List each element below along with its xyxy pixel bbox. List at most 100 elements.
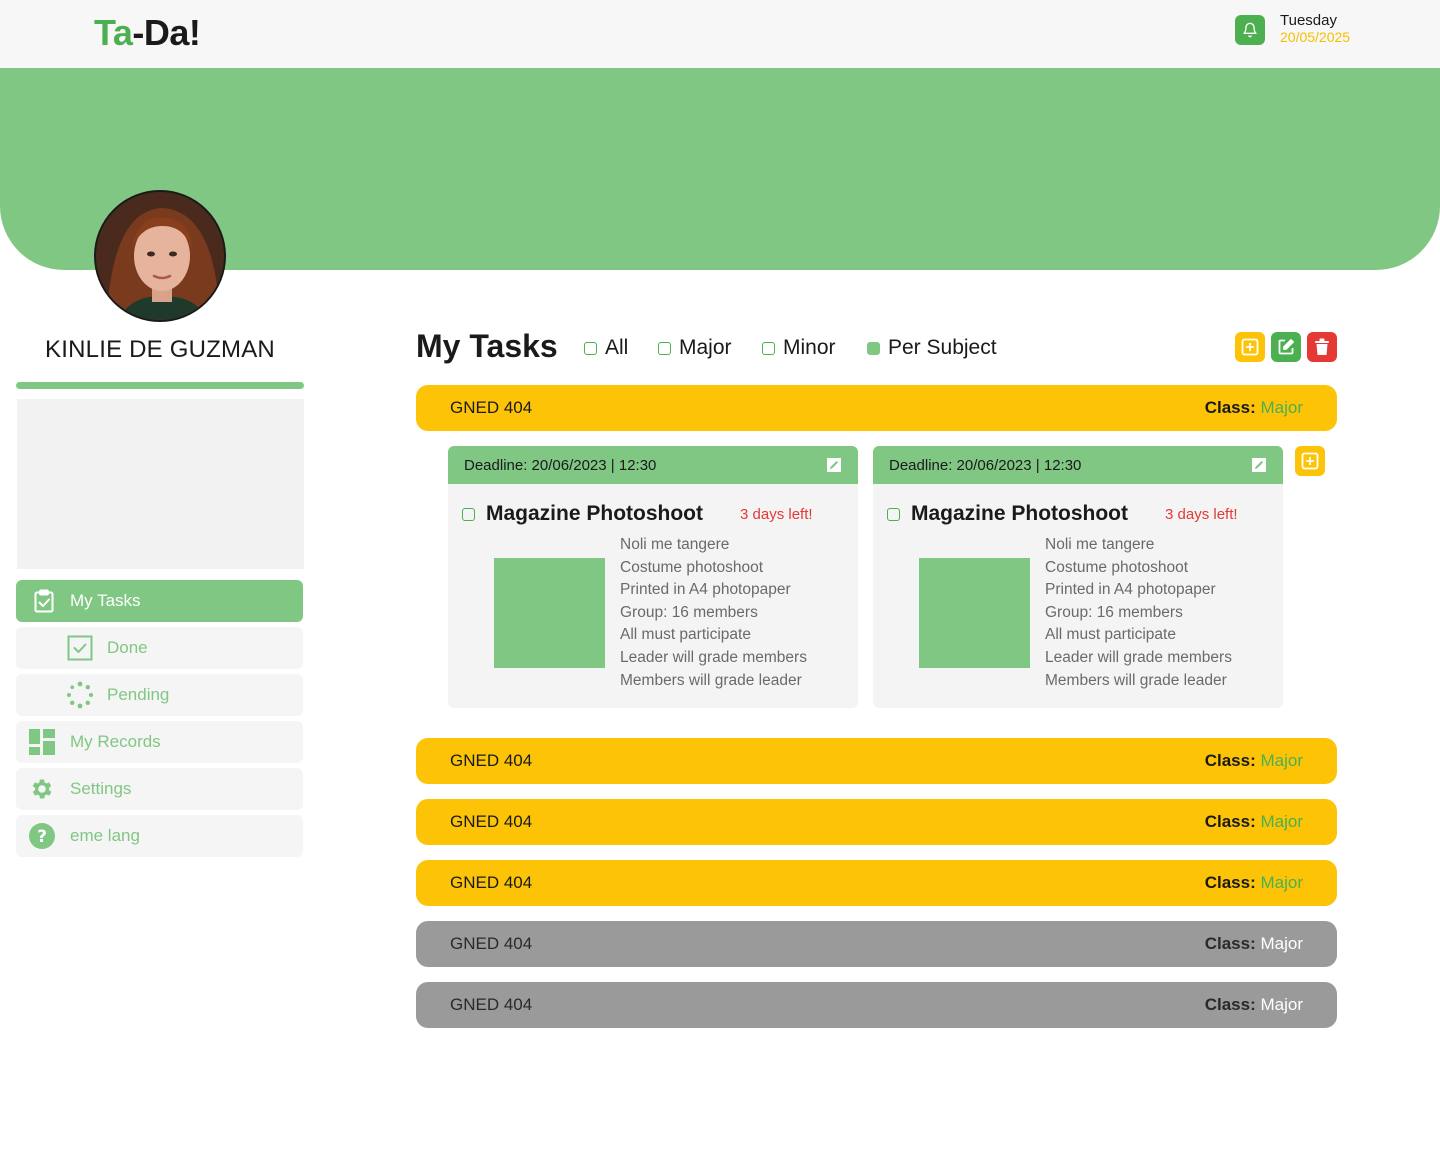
add-task-button[interactable] — [1295, 446, 1325, 476]
avatar[interactable] — [94, 190, 226, 322]
filter-checkbox[interactable] — [584, 341, 597, 355]
card-deadline: Deadline: 20/06/2023 | 12:30 — [889, 456, 1082, 474]
class-label: Class: — [1204, 812, 1256, 831]
sidebar-item-label: eme lang — [70, 826, 140, 845]
task-due: 3 days left! — [1165, 506, 1238, 523]
class-value: Major — [1260, 812, 1303, 831]
subject-class: Class: Major — [1205, 995, 1303, 1015]
subject-code: GNED 404 — [450, 751, 533, 770]
task-checkbox[interactable] — [462, 508, 475, 521]
class-value: Major — [1260, 751, 1303, 770]
task-detail-line: Noli me tangere — [1045, 536, 1155, 553]
task-checkbox[interactable] — [887, 508, 900, 521]
logo-part-1: Ta — [94, 12, 133, 53]
filter-label: Minor — [783, 336, 836, 359]
filter-label: Per Subject — [888, 336, 997, 359]
class-label: Class: — [1204, 751, 1256, 770]
task-detail-line: Members will grade leader — [1045, 671, 1227, 689]
filter-per-subject[interactable]: Per Subject — [867, 336, 997, 360]
sidebar-item-pending[interactable]: Pending — [16, 674, 303, 716]
task-detail-line: Group: 16 members — [620, 603, 758, 621]
filter-checkbox[interactable] — [658, 341, 671, 355]
subject-code: GNED 404 — [450, 934, 533, 953]
logo-part-2: -Da! — [132, 12, 201, 53]
class-value: Major — [1260, 398, 1303, 417]
filter-all[interactable]: All — [584, 336, 628, 360]
sidebar-item-done[interactable]: Done — [16, 627, 303, 669]
task-card[interactable]: Deadline: 20/06/2023 | 12:30 Magazine Ph… — [448, 446, 858, 708]
dashboard-icon — [28, 728, 56, 756]
card-header: Deadline: 20/06/2023 | 12:30 — [448, 446, 858, 484]
edit-icon — [1278, 338, 1295, 355]
sidebar-item-label: Pending — [107, 685, 170, 704]
filter-label: Major — [679, 336, 732, 359]
class-value: Major — [1260, 934, 1303, 953]
task-detail-line: Leader will grade members — [1045, 648, 1232, 666]
subject-bar[interactable]: GNED 404 Class: Major — [416, 921, 1337, 967]
task-due: 3 days left! — [740, 506, 813, 523]
edit-icon[interactable] — [826, 457, 842, 473]
card-header: Deadline: 20/06/2023 | 12:30 — [873, 446, 1283, 484]
subject-class: Class: Major — [1205, 398, 1303, 418]
class-label: Class: — [1204, 934, 1256, 953]
subject-class: Class: Major — [1205, 751, 1303, 771]
task-detail-line: Costume photoshoot — [620, 558, 764, 576]
task-detail-line: Printed in A4 photopaper — [1045, 581, 1216, 599]
task-details: Noli me tangere Costume photoshoot Print… — [620, 534, 807, 692]
subject-code: GNED 404 — [450, 995, 533, 1014]
filter-checkbox[interactable] — [867, 341, 880, 355]
task-detail-line: Costume photoshoot — [1045, 558, 1189, 576]
task-image — [919, 558, 1030, 668]
add-icon — [1301, 452, 1319, 470]
subject-code: GNED 404 — [450, 812, 533, 831]
sidebar-item-label: Settings — [70, 779, 132, 798]
task-detail-line: Printed in A4 photopaper — [620, 581, 791, 599]
task-detail-line: Members will grade leader — [620, 671, 802, 689]
task-title: Magazine Photoshoot — [911, 502, 1128, 525]
profile-info-panel — [17, 399, 304, 569]
app-logo[interactable]: Ta-Da! — [94, 12, 201, 54]
class-label: Class: — [1204, 995, 1256, 1014]
current-date: 20/05/2025 — [1280, 29, 1351, 45]
subject-bar[interactable]: GNED 404 Class: Major — [416, 738, 1337, 784]
task-detail-line: All must participate — [620, 626, 751, 644]
task-details: Noli me tangere Costume photoshoot Print… — [1045, 534, 1232, 692]
subject-bar[interactable]: GNED 404 Class: Major — [416, 860, 1337, 906]
filter-checkbox[interactable] — [762, 341, 775, 355]
subject-bar[interactable]: GNED 404 Class: Major — [416, 982, 1337, 1028]
bell-icon — [1243, 22, 1257, 38]
class-label: Class: — [1204, 398, 1256, 417]
notification-button[interactable] — [1235, 15, 1265, 45]
task-detail-line: Group: 16 members — [1045, 603, 1183, 621]
task-card[interactable]: Deadline: 20/06/2023 | 12:30 Magazine Ph… — [873, 446, 1283, 708]
current-day: Tuesday — [1280, 12, 1337, 29]
profile-name: KINLIE DE GUZMAN — [45, 336, 275, 363]
svg-text:?: ? — [37, 827, 47, 847]
sidebar-item-label: My Records — [70, 732, 161, 751]
trash-icon — [1315, 338, 1329, 355]
subject-code: GNED 404 — [450, 873, 533, 892]
filter-minor[interactable]: Minor — [762, 336, 836, 360]
subject-class: Class: Major — [1205, 812, 1303, 832]
filter-major[interactable]: Major — [658, 336, 732, 360]
delete-button[interactable] — [1307, 332, 1337, 362]
page-title: My Tasks — [416, 328, 558, 364]
gear-icon — [28, 775, 56, 803]
class-value: Major — [1260, 873, 1303, 892]
sidebar-item-help[interactable]: ? eme lang — [16, 815, 303, 857]
sidebar-item-settings[interactable]: Settings — [16, 768, 303, 810]
subject-class: Class: Major — [1205, 934, 1303, 954]
sidebar-item-my-tasks[interactable]: My Tasks — [16, 580, 303, 622]
edit-icon[interactable] — [1251, 457, 1267, 473]
sidebar-item-my-records[interactable]: My Records — [16, 721, 303, 763]
edit-button[interactable] — [1271, 332, 1301, 362]
subject-bar[interactable]: GNED 404 Class: Major — [416, 385, 1337, 431]
subject-bar[interactable]: GNED 404 Class: Major — [416, 799, 1337, 845]
add-button[interactable] — [1235, 332, 1265, 362]
filter-label: All — [605, 336, 629, 359]
sidebar-item-label: My Tasks — [70, 591, 141, 610]
profile-divider — [16, 382, 304, 389]
top-bar: Ta-Da! Tuesday 20/05/2025 — [0, 0, 1440, 68]
spinner-icon — [66, 681, 94, 709]
help-icon: ? — [28, 822, 56, 850]
